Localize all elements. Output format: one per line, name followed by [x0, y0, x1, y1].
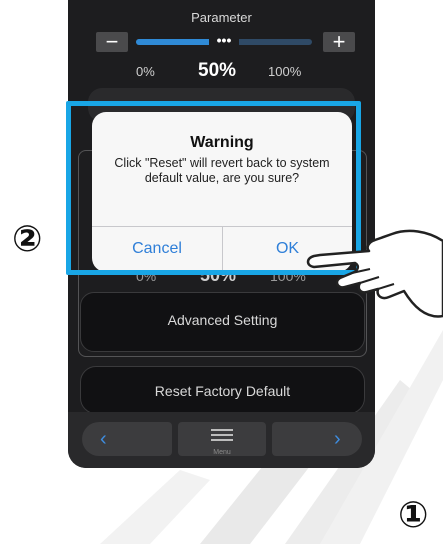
menu-button[interactable]: Menu [178, 422, 266, 456]
menu-label: Menu [213, 449, 231, 456]
chevron-right-icon: › [334, 428, 341, 450]
decrease-button[interactable]: − [96, 31, 128, 53]
increase-button[interactable]: + [323, 31, 355, 53]
next-button[interactable]: › [272, 422, 362, 456]
slider-thumb[interactable]: ••• [209, 31, 239, 53]
pointing-hand-icon [306, 229, 443, 318]
step-1-marker: ① [398, 494, 429, 535]
reset-factory-default-button[interactable]: Reset Factory Default [80, 366, 365, 414]
slider-max-label: 100% [268, 64, 302, 79]
parameter-slider[interactable]: ••• [136, 31, 312, 53]
bottom-navigation-bar: ‹ Menu › [68, 412, 375, 468]
step-2-marker: ② [12, 218, 43, 259]
chevron-left-icon: ‹ [100, 428, 107, 450]
menu-icon [211, 429, 233, 447]
reset-factory-default-label: Reset Factory Default [154, 383, 291, 399]
prev-button[interactable]: ‹ [82, 422, 172, 456]
slider-min-label: 0% [136, 64, 155, 79]
parameter-title: Parameter [191, 10, 252, 25]
slider-value-label: 50% [198, 60, 237, 81]
